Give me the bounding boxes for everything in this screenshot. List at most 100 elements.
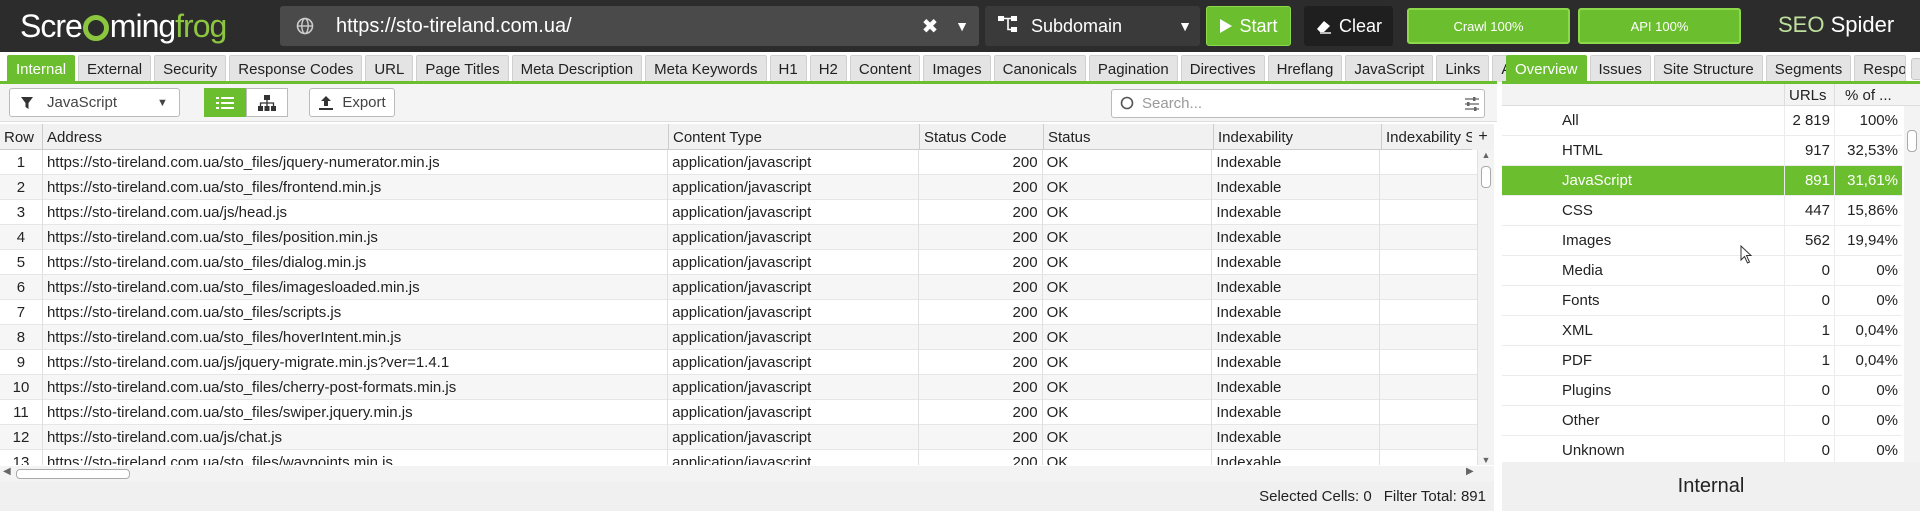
table-cell[interactable]: https://sto-tireland.com.ua/js/chat.js	[43, 425, 669, 450]
overview-item[interactable]: JavaScript 891 31,61%	[1502, 166, 1902, 196]
table-cell[interactable]: 13	[0, 450, 43, 465]
table-cell[interactable]	[1380, 275, 1478, 300]
table-cell[interactable]: application/javascript	[668, 325, 919, 350]
table-horizontal-scrollbar[interactable]: ◀ ▶	[0, 466, 1494, 482]
table-row[interactable]: 2 https://sto-tireland.com.ua/sto_files/f…	[0, 175, 1478, 200]
export-button[interactable]: Export	[309, 88, 395, 117]
table-cell[interactable]: https://sto-tireland.com.ua/sto_files/sw…	[43, 400, 669, 425]
tab-content[interactable]: Content	[849, 55, 921, 82]
column-header[interactable]: Row	[0, 124, 43, 150]
overview-item[interactable]: XML 1 0,04%	[1502, 316, 1902, 346]
tab-canonicals[interactable]: Canonicals	[993, 55, 1086, 82]
table-cell[interactable]: OK	[1043, 250, 1213, 275]
table-cell[interactable]: OK	[1043, 350, 1213, 375]
table-cell[interactable]: https://sto-tireland.com.ua/js/head.js	[43, 200, 669, 225]
table-cell[interactable]: Indexable	[1212, 250, 1381, 275]
table-cell[interactable]: Indexable	[1212, 375, 1381, 400]
table-cell[interactable]: application/javascript	[668, 300, 919, 325]
url-input-box[interactable]: https://sto-tireland.com.ua/ ✖ ▼	[280, 6, 979, 46]
overview-scrollbar[interactable]	[1904, 106, 1920, 462]
table-cell[interactable]: OK	[1043, 275, 1213, 300]
overview-item[interactable]: All 2 819 100%	[1502, 106, 1902, 136]
table-cell[interactable]: https://sto-tireland.com.ua/sto_files/sc…	[43, 300, 669, 325]
table-cell[interactable]: application/javascript	[668, 375, 919, 400]
overview-item[interactable]: Images 562 19,94%	[1502, 226, 1902, 256]
table-cell[interactable]: https://sto-tireland.com.ua/sto_files/im…	[43, 275, 669, 300]
tab-h2[interactable]: H2	[809, 55, 847, 82]
table-cell[interactable]: https://sto-tireland.com.ua/js/jquery-mi…	[43, 350, 669, 375]
tab-pagination[interactable]: Pagination	[1088, 55, 1178, 82]
table-cell[interactable]: 11	[0, 400, 43, 425]
filter-select[interactable]: JavaScript ▼	[9, 88, 180, 117]
table-cell[interactable]: 5	[0, 250, 43, 275]
overview-item[interactable]: Media 0 0%	[1502, 256, 1902, 286]
table-cell[interactable]: 4	[0, 225, 43, 250]
table-cell[interactable]	[1380, 175, 1478, 200]
column-header[interactable]: Status	[1044, 124, 1214, 150]
table-cell[interactable]: 200	[919, 275, 1043, 300]
overview-item[interactable]: CSS 447 15,86%	[1502, 196, 1902, 226]
tab-external[interactable]: External	[78, 55, 152, 82]
table-cell[interactable]: application/javascript	[668, 225, 919, 250]
more-side-tabs-dropdown-icon[interactable]: ▼	[1911, 57, 1920, 80]
table-cell[interactable]: OK	[1043, 150, 1213, 175]
overview-item[interactable]: Plugins 0 0%	[1502, 376, 1902, 406]
table-cell[interactable]: 9	[0, 350, 43, 375]
add-column-icon[interactable]: +	[1472, 124, 1494, 150]
table-cell[interactable]	[1380, 400, 1478, 425]
scroll-right-icon[interactable]: ▶	[1466, 466, 1474, 477]
table-cell[interactable]: 200	[919, 200, 1043, 225]
table-cell[interactable]: 7	[0, 300, 43, 325]
table-cell[interactable]: 1	[0, 150, 43, 175]
table-cell[interactable]: 200	[919, 400, 1043, 425]
table-row[interactable]: 8 https://sto-tireland.com.ua/sto_files/h…	[0, 325, 1478, 350]
table-cell[interactable]: 2	[0, 175, 43, 200]
table-cell[interactable]: Indexable	[1212, 425, 1381, 450]
scroll-up-icon[interactable]: ▲	[1478, 150, 1494, 160]
scroll-down-icon[interactable]: ▼	[1478, 455, 1494, 465]
table-cell[interactable]: Indexable	[1212, 300, 1381, 325]
table-cell[interactable]: Indexable	[1212, 150, 1381, 175]
url-input[interactable]: https://sto-tireland.com.ua/	[336, 15, 915, 38]
table-cell[interactable]: application/javascript	[668, 350, 919, 375]
crawl-mode-select[interactable]: Subdomain ▼	[985, 6, 1200, 46]
table-cell[interactable]: 200	[919, 350, 1043, 375]
table-cell[interactable]: 3	[0, 200, 43, 225]
table-cell[interactable]: application/javascript	[668, 400, 919, 425]
overview-item[interactable]: HTML 917 32,53%	[1502, 136, 1902, 166]
tab-images[interactable]: Images	[923, 55, 991, 82]
table-row[interactable]: 4 https://sto-tireland.com.ua/sto_files/p…	[0, 225, 1478, 250]
table-cell[interactable]: OK	[1043, 225, 1213, 250]
table-cell[interactable]: Indexable	[1212, 225, 1381, 250]
overview-item[interactable]: Fonts 0 0%	[1502, 286, 1902, 316]
table-row[interactable]: 13 https://sto-tireland.com.ua/sto_files/…	[0, 450, 1478, 465]
table-cell[interactable]	[1380, 375, 1478, 400]
table-cell[interactable]: 200	[919, 425, 1043, 450]
overview-item[interactable]: PDF 1 0,04%	[1502, 346, 1902, 376]
tab-internal[interactable]: Internal	[7, 55, 76, 82]
table-cell[interactable]: OK	[1043, 425, 1213, 450]
table-cell[interactable]: 200	[919, 250, 1043, 275]
column-header[interactable]: Address	[43, 124, 669, 150]
table-cell[interactable]: Indexable	[1212, 275, 1381, 300]
table-cell[interactable]	[1380, 350, 1478, 375]
start-button[interactable]: Start	[1206, 6, 1291, 46]
table-cell[interactable]: 200	[919, 175, 1043, 200]
table-cell[interactable]: OK	[1043, 375, 1213, 400]
tab-response-codes[interactable]: Response Codes	[229, 55, 363, 82]
table-cell[interactable]: https://sto-tireland.com.ua/sto_files/di…	[43, 250, 669, 275]
table-cell[interactable]: 200	[919, 300, 1043, 325]
tab-issues[interactable]: Issues	[1589, 55, 1651, 82]
table-cell[interactable]	[1380, 225, 1478, 250]
tab-page-titles[interactable]: Page Titles	[416, 55, 509, 82]
table-cell[interactable]	[1380, 200, 1478, 225]
url-history-dropdown-icon[interactable]: ▼	[945, 18, 979, 34]
tab-segments[interactable]: Segments	[1765, 55, 1852, 82]
table-cell[interactable]: Indexable	[1212, 400, 1381, 425]
tab-links[interactable]: Links	[1436, 55, 1490, 82]
table-cell[interactable]	[1380, 150, 1478, 175]
table-row[interactable]: 9 https://sto-tireland.com.ua/js/jquery-m…	[0, 350, 1478, 375]
tab-overview[interactable]: Overview	[1506, 55, 1587, 82]
table-cell[interactable]	[1380, 250, 1478, 275]
table-row[interactable]: 10 https://sto-tireland.com.ua/sto_files/…	[0, 375, 1478, 400]
